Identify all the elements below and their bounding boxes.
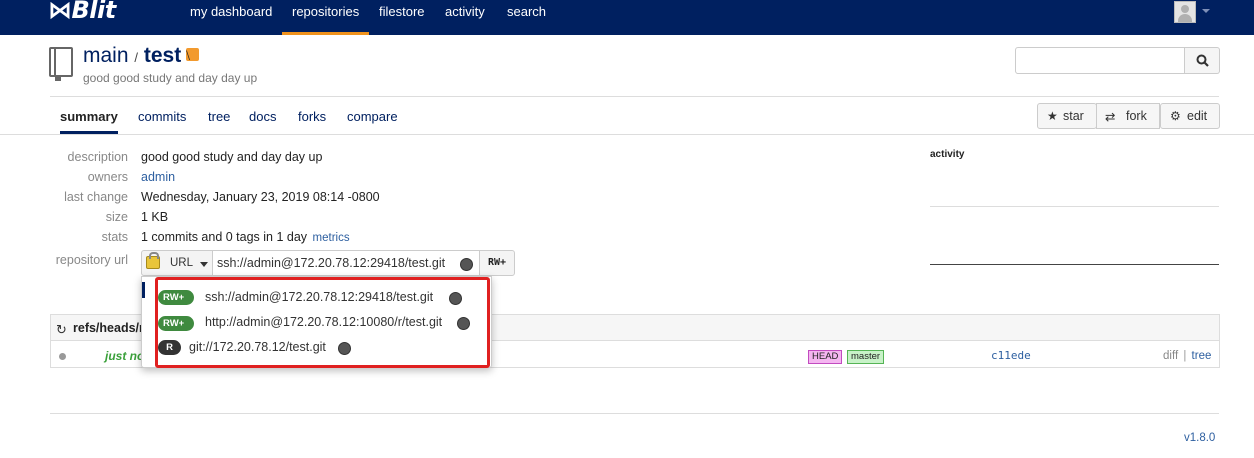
- chevron-down-icon: [200, 262, 208, 267]
- footer-divider: [50, 413, 1219, 414]
- repository-url-control: URL ssh://admin@172.20.78.12:29418/test.…: [141, 250, 515, 276]
- top-navbar: ⋈Blit my dashboard repositories filestor…: [0, 0, 1254, 35]
- url-permission-badge: RW+: [479, 250, 515, 276]
- user-avatar[interactable]: [1174, 1, 1196, 23]
- owners-label: owners: [87, 170, 128, 184]
- link-separator: |: [1183, 350, 1187, 362]
- nav-activity[interactable]: activity: [445, 0, 485, 35]
- edit-button[interactable]: ⚙ edit: [1160, 103, 1220, 129]
- search-button[interactable]: [1185, 47, 1220, 74]
- refs-title[interactable]: refs/heads/r: [73, 321, 144, 335]
- stats-value: 1 commits and 0 tags in 1 day: [141, 230, 308, 244]
- repository-book-icon: [49, 47, 73, 81]
- repository-name[interactable]: test: [144, 44, 181, 67]
- dropdown-focus-edge: [142, 282, 145, 298]
- branch-ref-badge[interactable]: master: [847, 350, 885, 364]
- commit-bullet-icon: [59, 353, 66, 360]
- last-change-label: last change: [64, 190, 128, 204]
- activity-chart-baseline: [930, 264, 1219, 265]
- row-actions: diff | tree: [1163, 350, 1211, 362]
- head-ref-badge[interactable]: HEAD: [808, 350, 843, 364]
- tab-docs[interactable]: docs: [249, 109, 276, 124]
- refresh-icon: ↻: [56, 322, 67, 337]
- search-input[interactable]: [1015, 47, 1185, 74]
- user-menu-chevron-down-icon[interactable]: [1202, 9, 1210, 13]
- description-value: good good study and day day up: [141, 150, 323, 164]
- page-title: main / test: [83, 44, 181, 68]
- repository-description: good good study and day day up: [83, 71, 258, 85]
- gitblit-logo[interactable]: ⋈Blit: [48, 0, 116, 24]
- url-protocol-dropdown[interactable]: URL: [141, 250, 213, 276]
- version-link[interactable]: v1.8.0: [1184, 432, 1215, 444]
- nav-repositories[interactable]: repositories: [282, 0, 369, 35]
- fork-button[interactable]: ⇄ fork: [1096, 103, 1160, 129]
- search-icon: [1196, 54, 1209, 67]
- tab-tree[interactable]: tree: [208, 109, 230, 124]
- description-label: description: [67, 150, 128, 164]
- star-icon: ★: [1047, 109, 1058, 123]
- highlight-box: [155, 277, 490, 368]
- commit-hash-link[interactable]: c11ede: [991, 349, 1031, 362]
- stats-label: stats: [101, 230, 128, 244]
- activity-divider: [930, 206, 1219, 207]
- rss-feed-icon[interactable]: [186, 48, 199, 61]
- tab-compare[interactable]: compare: [347, 109, 398, 124]
- nav-my-dashboard[interactable]: my dashboard: [190, 0, 272, 35]
- copy-icon[interactable]: [460, 258, 473, 271]
- gear-icon: ⚙: [1170, 109, 1181, 123]
- last-change-value: Wednesday, January 23, 2019 08:14 -0800: [141, 190, 380, 204]
- fork-icon: ⇄: [1105, 110, 1116, 124]
- tree-link[interactable]: tree: [1192, 350, 1212, 362]
- nav-filestore[interactable]: filestore: [379, 0, 425, 35]
- repository-url-label: repository url: [55, 253, 128, 267]
- tab-commits[interactable]: commits: [138, 109, 186, 124]
- tab-summary[interactable]: summary: [60, 109, 118, 134]
- lock-icon: [146, 252, 160, 269]
- nav-search[interactable]: search: [507, 0, 546, 35]
- activity-heading: activity: [930, 149, 965, 160]
- size-label: size: [105, 210, 128, 224]
- repository-url-field[interactable]: ssh://admin@172.20.78.12:29418/test.git: [213, 250, 479, 276]
- project-link[interactable]: main: [83, 44, 129, 67]
- commit-age: just no: [105, 349, 145, 363]
- diff-link[interactable]: diff: [1163, 350, 1178, 362]
- size-value: 1 KB: [141, 210, 169, 224]
- tab-forks[interactable]: forks: [298, 109, 326, 124]
- owner-link[interactable]: admin: [141, 170, 175, 184]
- star-button[interactable]: ★ star: [1037, 103, 1097, 129]
- metrics-link[interactable]: metrics: [313, 232, 350, 244]
- title-separator: /: [134, 50, 138, 65]
